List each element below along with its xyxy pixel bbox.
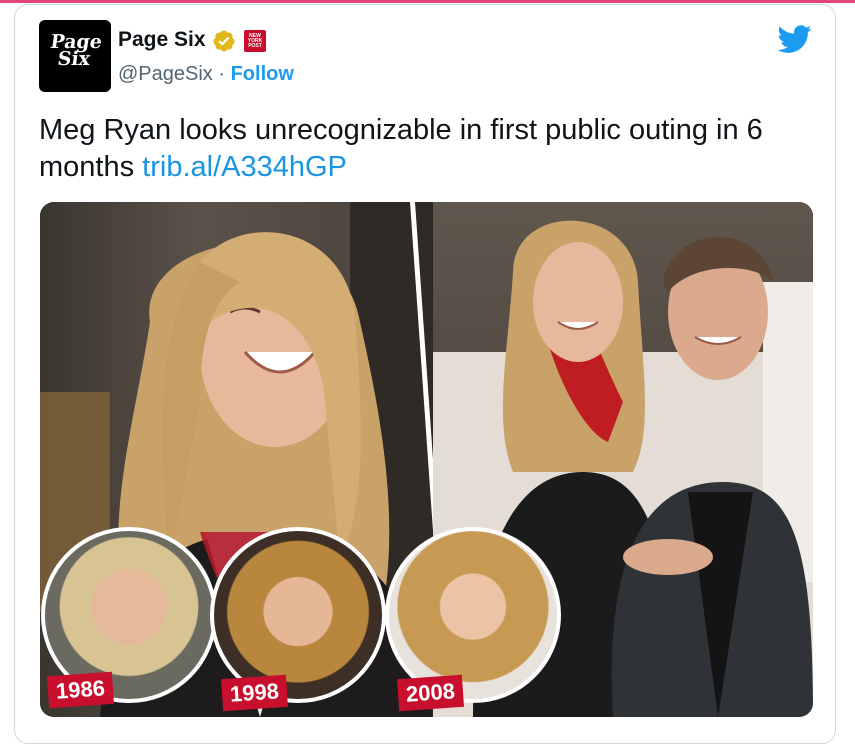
avatar-logo-line2: Six <box>56 48 92 70</box>
year-label-3: 2008 <box>396 674 464 712</box>
photo-circle-3 <box>385 527 561 703</box>
nyp-badge-text: NEW YORK POST <box>247 33 263 49</box>
separator-dot: · <box>212 63 231 85</box>
avatar-logo-text: Page Six <box>39 31 111 70</box>
display-name[interactable]: Page Six <box>118 28 206 52</box>
tweet-image[interactable]: 1986 1998 2008 <box>40 202 813 717</box>
new-york-post-badge: NEW YORK POST <box>244 30 266 52</box>
photo-circle-2 <box>210 527 386 703</box>
top-accent-line <box>0 0 855 3</box>
follow-button[interactable]: Follow <box>231 63 294 85</box>
avatar[interactable]: Page Six <box>39 20 111 92</box>
handle-row: @PageSix · Follow <box>118 63 294 86</box>
tweet-text: Meg Ryan looks unrecognizable in first p… <box>39 112 829 186</box>
tweet-link[interactable]: trib.al/A334hGP <box>142 151 347 183</box>
verified-badge-icon <box>213 30 235 52</box>
handle[interactable]: @PageSix <box>118 63 213 85</box>
year-label-1: 1986 <box>46 671 114 709</box>
year-label-2: 1998 <box>220 674 288 712</box>
twitter-bird-icon[interactable] <box>776 22 814 56</box>
